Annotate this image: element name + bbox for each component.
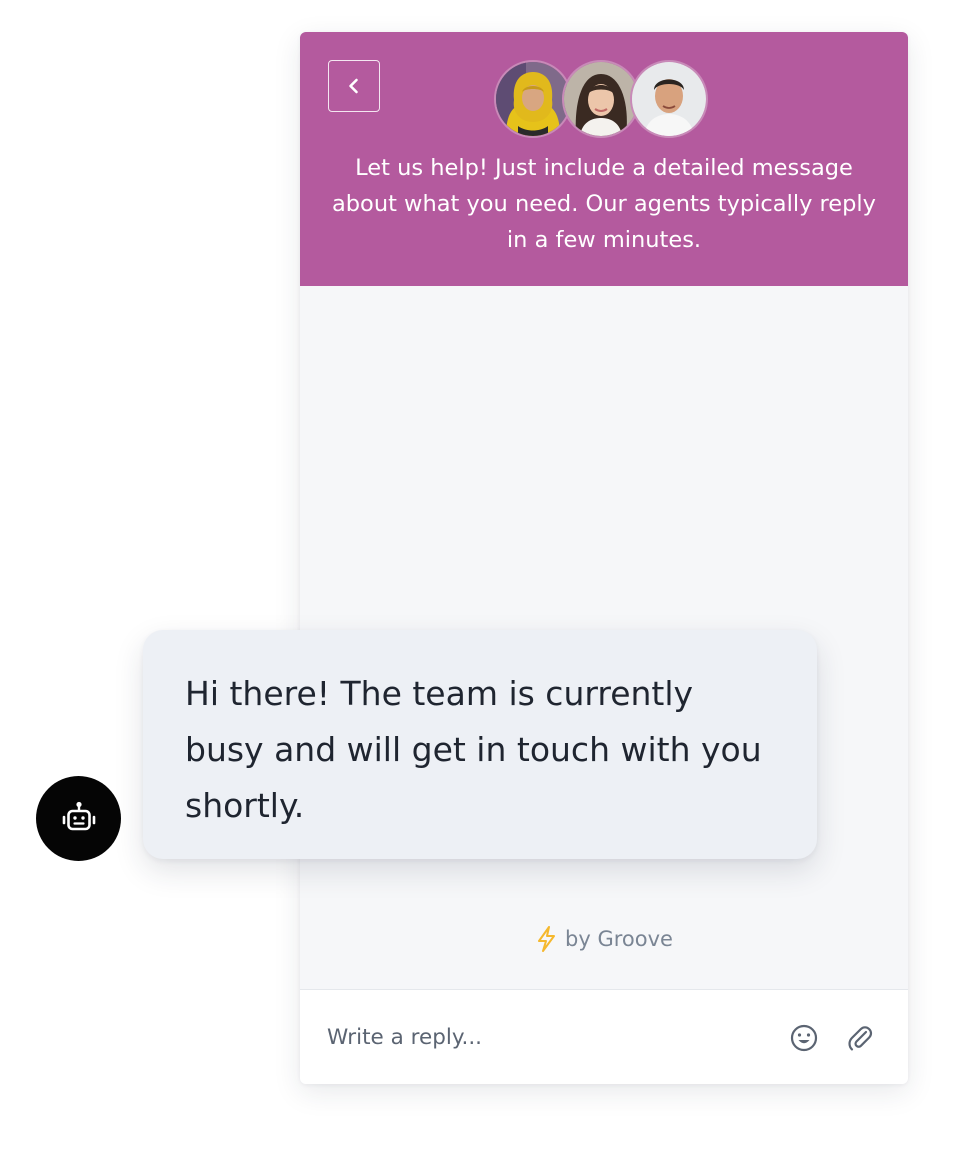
chat-widget-stage: Let us help! Just include a detailed mes… [0, 0, 964, 1164]
emoji-button[interactable] [788, 1022, 820, 1054]
branding-text: by Groove [565, 927, 673, 951]
reply-input[interactable] [327, 1020, 747, 1054]
agent-avatar [562, 60, 640, 138]
lightning-icon [538, 926, 556, 952]
bot-avatar[interactable] [36, 776, 121, 861]
emoji-icon [790, 1024, 818, 1052]
reply-composer [300, 989, 908, 1084]
powered-by-groove[interactable]: by Groove [300, 926, 908, 952]
agent-avatars [494, 60, 718, 142]
back-button[interactable] [328, 60, 380, 112]
chevron-left-icon [349, 78, 358, 94]
chat-widget-panel: Let us help! Just include a detailed mes… [300, 32, 908, 1084]
header-message: Let us help! Just include a detailed mes… [331, 155, 876, 253]
robot-icon [62, 801, 95, 830]
agent-avatar [494, 60, 572, 138]
bot-message-text: Hi there! The team is currently busy and… [185, 674, 762, 825]
widget-header: Let us help! Just include a detailed mes… [300, 32, 908, 286]
paperclip-icon [848, 1026, 873, 1051]
agent-avatar [630, 60, 708, 138]
attach-button[interactable] [844, 1022, 876, 1054]
bot-message-bubble: Hi there! The team is currently busy and… [143, 630, 817, 859]
